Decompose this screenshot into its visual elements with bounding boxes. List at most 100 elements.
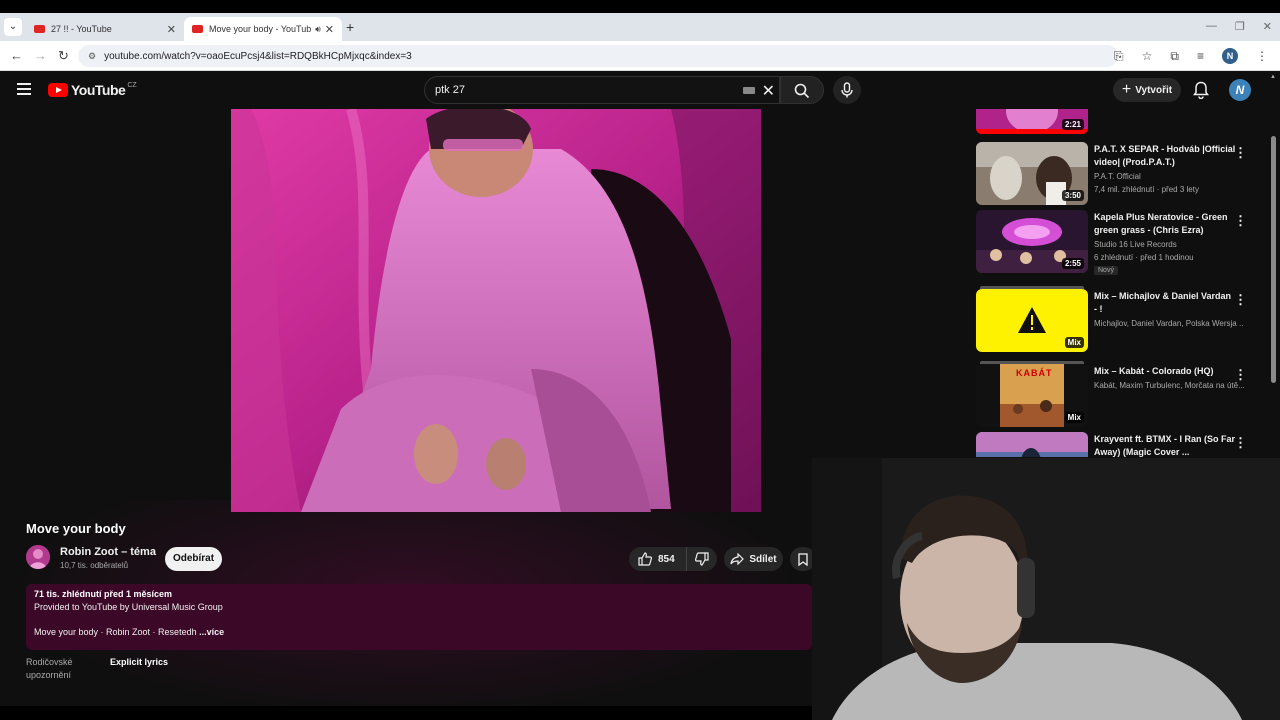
video-player[interactable] xyxy=(231,109,761,512)
restore-icon[interactable]: ❐ xyxy=(1235,20,1245,33)
new-badge: Nový xyxy=(1094,266,1118,275)
list-item[interactable]: Mix Mix – Michajlov & Daniel Vardan - ! … xyxy=(976,286,1256,355)
description-line: Move your body · Robin Zoot · Resetedh .… xyxy=(34,627,804,637)
account-avatar[interactable]: N xyxy=(1229,79,1251,101)
tab-active[interactable]: Move your body - YouTube 🔊︎ ✕ xyxy=(184,17,342,41)
video-thumbnail[interactable]: 2:21 xyxy=(976,109,1088,134)
sidebar-scrollbar[interactable] xyxy=(1271,136,1276,383)
video-title[interactable]: Krayvent ft. BTMX - I Ran (So Far Away) … xyxy=(1094,433,1236,457)
profile-avatar[interactable]: N xyxy=(1222,48,1238,64)
site-info-icon[interactable]: ⚙ xyxy=(88,51,96,62)
video-title[interactable]: Kapela Plus Neratovice - Green green gra… xyxy=(1094,211,1236,237)
video-thumbnail[interactable]: 3:50 xyxy=(976,142,1088,205)
description-text: Move your body · Robin Zoot · Resetedh xyxy=(34,627,197,637)
clear-search-icon[interactable]: ✕ xyxy=(762,81,775,101)
bookmark-star-icon[interactable]: ☆ xyxy=(1142,49,1153,63)
channel-name[interactable]: Kabát, Maxim Turbulenc, Morčata na útě..… xyxy=(1094,381,1244,390)
channel-name[interactable]: Studio 16 Live Records xyxy=(1094,240,1244,249)
close-window-icon[interactable]: ✕ xyxy=(1263,20,1272,33)
more-options-icon[interactable]: ⋮ xyxy=(1234,292,1247,308)
new-tab-icon[interactable]: + xyxy=(346,19,354,35)
subscribe-button[interactable]: Odebírat xyxy=(165,547,222,571)
reload-icon[interactable]: ↻ xyxy=(58,48,69,64)
thumbnail-image xyxy=(976,432,1088,457)
channel-avatar[interactable] xyxy=(26,545,50,569)
view-count-date: 71 tis. zhlédnutí před 1 měsícem xyxy=(34,589,173,599)
share-label: Sdílet xyxy=(749,553,777,565)
thumbs-up-icon xyxy=(638,552,652,566)
plus-icon: + xyxy=(1121,81,1132,98)
share-button[interactable]: Sdílet xyxy=(724,547,783,571)
screen-top-bar xyxy=(0,0,1280,13)
channel-name[interactable]: Robin Zoot – téma xyxy=(60,546,156,558)
advisory-label: Rodičovské upozornění xyxy=(26,657,73,680)
search-icon xyxy=(794,83,810,99)
more-options-icon[interactable]: ⋮ xyxy=(1234,367,1247,383)
back-icon[interactable]: ← xyxy=(10,48,23,63)
video-title: Move your body xyxy=(26,521,126,536)
duration-badge: 3:50 xyxy=(1061,190,1084,201)
notifications-button[interactable] xyxy=(1193,81,1209,104)
thumbnail-caption: KABÁT xyxy=(1016,368,1053,378)
tab-label: 27 !! - YouTube xyxy=(51,24,112,34)
video-title[interactable]: Mix – Kabát - Colorado (HQ) xyxy=(1094,365,1236,378)
list-item[interactable]: Krayvent ft. BTMX - I Ran (So Far Away) … xyxy=(976,432,1256,457)
voice-search-button[interactable] xyxy=(833,76,861,104)
hamburger-menu-icon[interactable] xyxy=(17,83,31,95)
video-title[interactable]: Mix – Michajlov & Daniel Vardan - ! xyxy=(1094,290,1236,316)
close-tab-icon[interactable]: ✕ xyxy=(325,23,334,36)
like-button[interactable]: 854 xyxy=(629,547,687,571)
forward-icon[interactable]: → xyxy=(34,48,47,63)
video-thumbnail[interactable] xyxy=(976,432,1088,457)
video-thumbnail[interactable]: KABÁT Mix xyxy=(976,364,1088,427)
show-more-link[interactable]: ...více xyxy=(197,627,224,637)
logo-text: YouTube xyxy=(71,82,126,98)
keyboard-icon[interactable] xyxy=(743,87,755,94)
more-options-icon[interactable]: ⋮ xyxy=(1234,145,1247,161)
address-bar: ← → ↻ ⚙ youtube.com/watch?v=oaoEcuPcsj4&… xyxy=(0,41,1280,71)
youtube-logo[interactable]: YouTube CZ xyxy=(48,82,137,98)
list-item[interactable]: 3:50 P.A.T. X SEPAR - Hodváb |Official v… xyxy=(976,142,1256,208)
search-button[interactable] xyxy=(780,76,824,104)
channel-avatar-image xyxy=(26,545,50,569)
video-frame xyxy=(231,109,761,512)
mix-badge: Mix xyxy=(1064,412,1084,423)
more-options-icon[interactable]: ⋮ xyxy=(1234,213,1247,229)
like-dislike-group: 854 xyxy=(629,547,717,571)
video-thumbnail[interactable]: 2:55 xyxy=(976,210,1088,273)
more-options-icon[interactable]: ⋮ xyxy=(1234,435,1247,451)
scroll-up-arrow-icon[interactable]: ▲ xyxy=(1270,74,1276,80)
video-thumbnail[interactable]: Mix xyxy=(976,289,1088,352)
thumbs-down-icon xyxy=(695,552,709,566)
youtube-favicon-icon xyxy=(192,25,203,33)
search-value: ptk 27 xyxy=(435,84,465,96)
search-input[interactable]: ptk 27 ✕ xyxy=(424,76,780,104)
tab-search-button[interactable]: ⌄ xyxy=(4,18,22,36)
extensions-icon[interactable]: ⧉ xyxy=(1170,49,1179,64)
tab-inactive[interactable]: 27 !! - YouTube ✕ xyxy=(26,17,184,41)
list-item[interactable]: 2:55 Kapela Plus Neratovice - Green gree… xyxy=(976,210,1256,276)
list-item[interactable]: KABÁT Mix Mix – Kabát - Colorado (HQ) Ka… xyxy=(976,361,1256,430)
menu-kebab-icon[interactable]: ⋮ xyxy=(1256,49,1268,63)
channel-name[interactable]: P.A.T. Official xyxy=(1094,172,1244,181)
bookmark-icon xyxy=(798,552,808,566)
duration-badge: 2:21 xyxy=(1061,119,1084,130)
list-item[interactable]: 2:21 xyxy=(976,109,1256,137)
media-controls-icon[interactable]: ≡ xyxy=(1197,49,1204,63)
url-field[interactable]: ⚙ youtube.com/watch?v=oaoEcuPcsj4&list=R… xyxy=(78,45,1118,67)
share-icon xyxy=(730,553,745,565)
like-count: 854 xyxy=(658,553,675,565)
dislike-button[interactable] xyxy=(687,547,717,571)
recommendations-sidebar: 2:21 3:50 P.A.T. X SEPAR - Hodváb |Offic… xyxy=(976,109,1266,457)
bell-icon xyxy=(1193,81,1209,100)
description-line: Provided to YouTube by Universal Music G… xyxy=(34,602,223,612)
description-box[interactable]: 71 tis. zhlédnutí před 1 měsícem Provide… xyxy=(26,584,812,650)
speaker-icon[interactable]: 🔊︎ xyxy=(315,24,321,35)
minimize-icon[interactable]: — xyxy=(1206,20,1217,33)
create-button[interactable]: + Vytvořit xyxy=(1113,78,1181,102)
install-app-icon[interactable]: ⎘ xyxy=(1114,49,1124,64)
close-tab-icon[interactable]: ✕ xyxy=(167,23,176,36)
tab-label: Move your body - YouTube xyxy=(209,24,312,34)
channel-name[interactable]: Michajlov, Daniel Vardan, Polska Wersja … xyxy=(1094,319,1244,328)
video-title[interactable]: P.A.T. X SEPAR - Hodváb |Official video|… xyxy=(1094,143,1236,169)
